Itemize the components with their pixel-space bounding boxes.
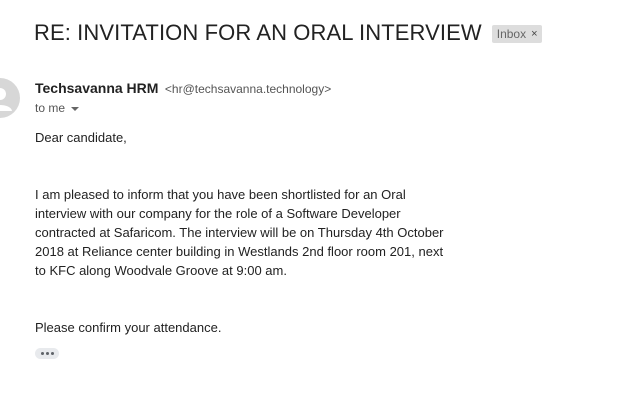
ellipsis-dot xyxy=(45,352,49,355)
sender-row: Techsavanna HRM <hr@techsavanna.technolo… xyxy=(35,80,331,98)
body-line: to KFC along Woodvale Groove at 9:00 am. xyxy=(35,263,287,278)
subject-row: RE: INVITATION FOR AN ORAL INTERVIEW Inb… xyxy=(34,20,542,46)
email-view: RE: INVITATION FOR AN ORAL INTERVIEW Inb… xyxy=(0,0,632,404)
body-line: contracted at Safaricom. The interview w… xyxy=(35,225,444,240)
email-body: Dear candidate, I am pleased to inform t… xyxy=(35,128,455,337)
inbox-label-text: Inbox xyxy=(496,27,527,41)
ellipsis-icon[interactable] xyxy=(35,348,59,359)
body-line: interview with our company for the role … xyxy=(35,206,401,221)
body-line: 2018 at Reliance center building in West… xyxy=(35,244,444,259)
ellipsis-dot xyxy=(40,352,44,355)
body-line: I am pleased to inform that you have bee… xyxy=(35,187,406,202)
inbox-label-chip[interactable]: Inbox × xyxy=(491,25,542,43)
person-icon[interactable] xyxy=(0,78,20,118)
body-greeting: Dear candidate, xyxy=(35,130,127,145)
caret-down-icon[interactable] xyxy=(71,107,80,111)
recipient-text: to me xyxy=(35,101,66,115)
sender-email: <hr@techsavanna.technology> xyxy=(164,82,332,96)
remove-label-icon[interactable]: × xyxy=(531,28,537,40)
ellipsis-dot xyxy=(50,352,54,355)
sender-name[interactable]: Techsavanna HRM xyxy=(35,80,158,96)
body-closing: Please confirm your attendance. xyxy=(35,320,222,335)
recipient-details-toggle[interactable]: to me xyxy=(35,101,80,115)
email-subject: RE: INVITATION FOR AN ORAL INTERVIEW xyxy=(34,20,482,45)
body-paragraph: I am pleased to inform that you have bee… xyxy=(35,185,455,280)
